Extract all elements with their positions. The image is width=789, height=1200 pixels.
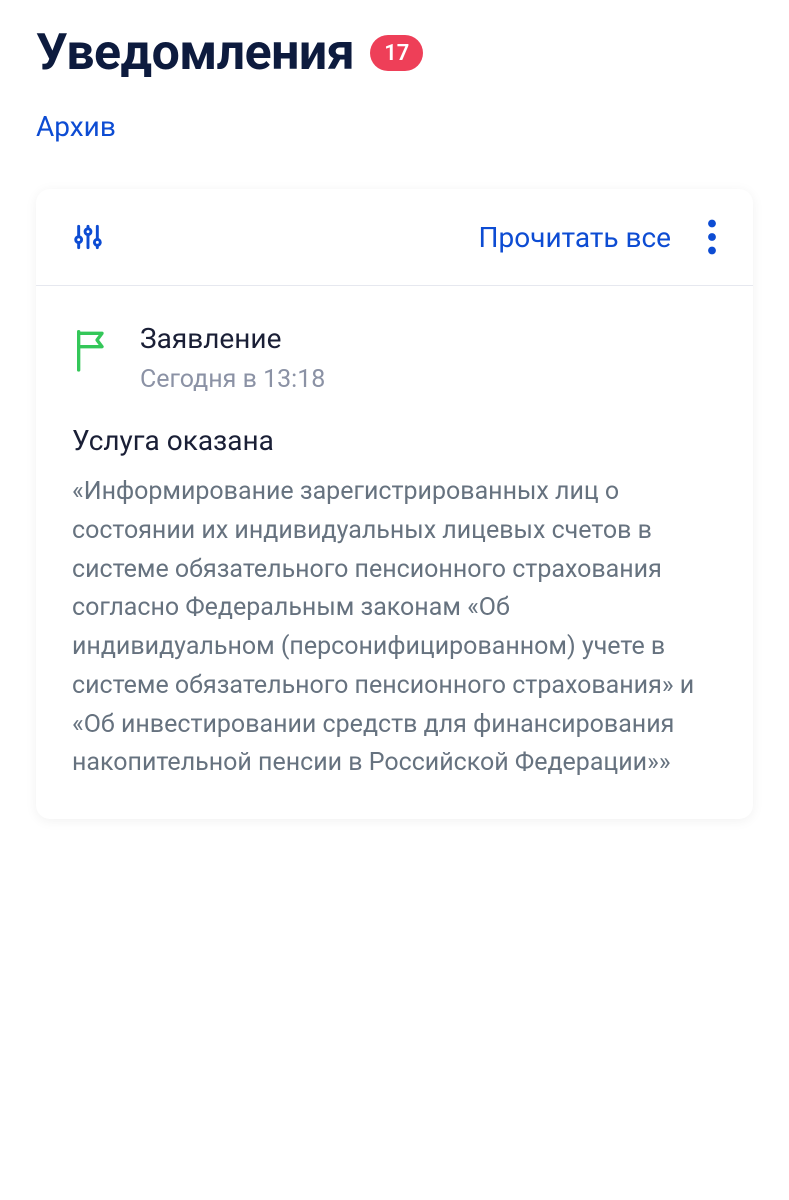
archive-link[interactable]: Архив	[36, 110, 753, 143]
notification-time: Сегодня в 13:18	[140, 365, 325, 394]
notification-body: «Информирование зарегистрированных лиц о…	[72, 473, 717, 783]
flag-icon	[72, 328, 112, 376]
notification-item[interactable]: Заявление Сегодня в 13:18 Услуга оказана…	[36, 286, 753, 819]
notification-status: Услуга оказана	[72, 424, 717, 457]
notifications-card: Прочитать все Заявление Сегодня в 13:18 …	[36, 189, 753, 819]
notification-count-badge: 17	[370, 35, 423, 71]
card-toolbar: Прочитать все	[36, 189, 753, 286]
notification-type: Заявление	[140, 322, 325, 355]
notification-header: Заявление Сегодня в 13:18	[72, 322, 717, 394]
page-header: Уведомления 17 Архив	[0, 0, 789, 161]
filter-icon[interactable]	[72, 221, 104, 253]
more-icon[interactable]	[707, 219, 717, 255]
title-row: Уведомления 17	[36, 24, 753, 82]
notification-meta: Заявление Сегодня в 13:18	[140, 322, 325, 394]
page-title: Уведомления	[36, 24, 354, 82]
read-all-button[interactable]: Прочитать все	[479, 221, 671, 254]
